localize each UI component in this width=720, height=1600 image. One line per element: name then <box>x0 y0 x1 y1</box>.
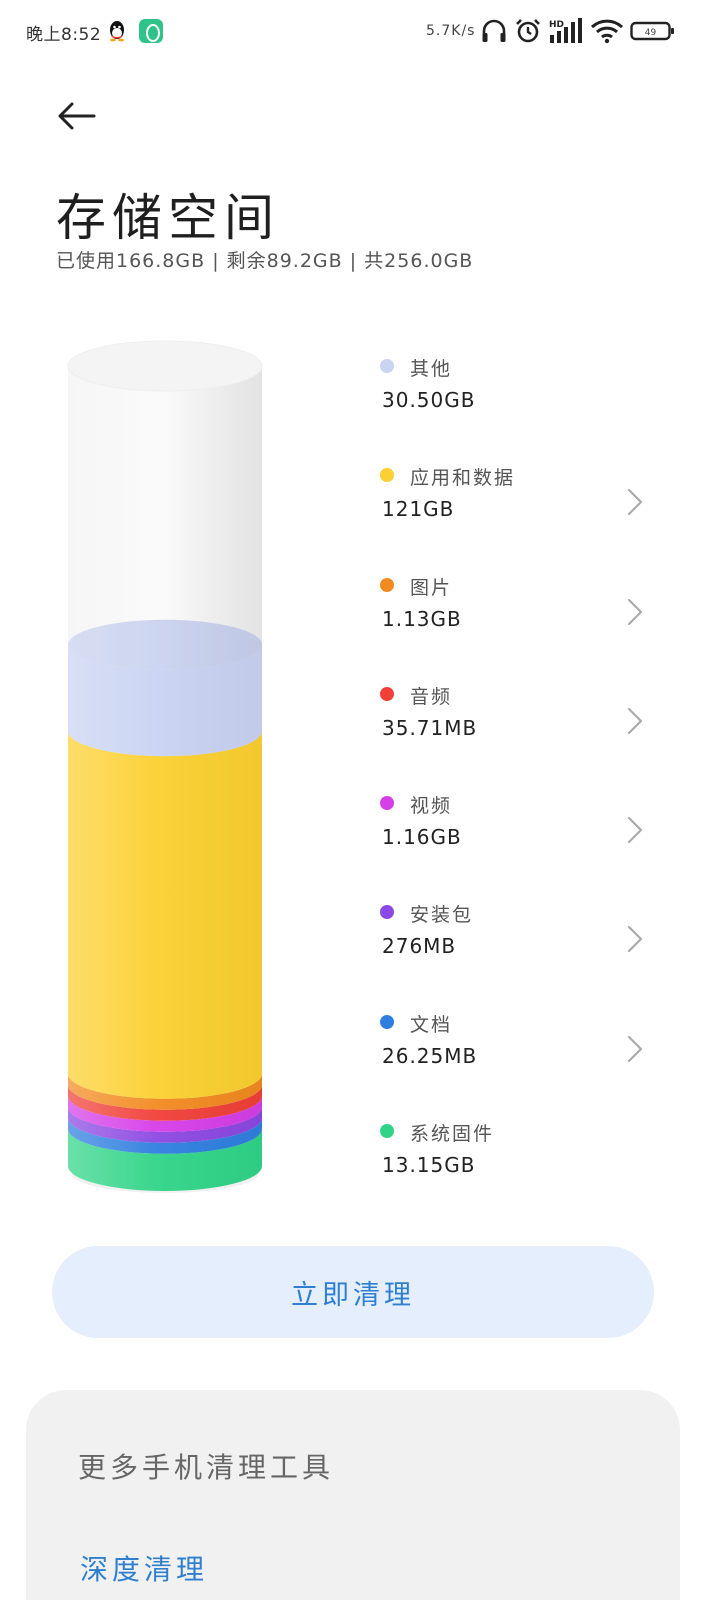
battery-icon: 49 <box>630 21 674 41</box>
legend-label: 音频 <box>410 685 453 708</box>
chevron-right-icon <box>627 817 643 844</box>
headphones-icon <box>482 19 506 42</box>
hd-signal-icon: HD <box>549 18 582 43</box>
svg-text:HD: HD <box>549 20 564 30</box>
legend-dot <box>380 577 394 592</box>
legend-size: 1.13GB <box>382 606 462 631</box>
legend-label: 系统固件 <box>410 1123 495 1146</box>
chevron-right-icon <box>627 598 643 625</box>
alarm-icon <box>516 19 540 43</box>
legend-item[interactable]: 音频 35.71MB <box>378 680 658 789</box>
legend-size: 26.25MB <box>382 1043 478 1068</box>
status-time: 晚上8:52 <box>26 25 102 45</box>
legend-item: 其他 30.50GB <box>378 352 658 461</box>
storage-legend: 其他 30.50GB 应用和数据 121GB 图片 1.13GB 音频 35.71MB 视频 1.… <box>378 352 658 1226</box>
wifi-icon <box>590 19 624 44</box>
legend-item[interactable]: 安装包 276MB <box>378 898 658 1007</box>
legend-item[interactable]: 视频 1.16GB <box>378 789 658 898</box>
legend-item: 系统固件 13.15GB <box>378 1117 658 1226</box>
net-speed: 5.7K/s <box>426 23 476 39</box>
legend-label: 图片 <box>410 576 453 599</box>
chevron-right-icon <box>627 1035 643 1062</box>
legend-label: 其他 <box>410 358 453 380</box>
legend-dot <box>380 686 394 701</box>
legend-size: 1.16GB <box>382 825 462 850</box>
legend-dot <box>380 905 394 920</box>
legend-label: 视频 <box>410 795 453 818</box>
page-title: 存储空间 <box>56 189 280 247</box>
more-tools-title: 更多手机清理工具 <box>78 1451 335 1484</box>
app-icon <box>139 19 163 43</box>
legend-item[interactable]: 文档 26.25MB <box>378 1008 658 1117</box>
chevron-right-icon <box>627 707 643 734</box>
legend-dot <box>380 1124 394 1139</box>
chevron-right-icon <box>627 489 643 516</box>
legend-dot <box>380 468 394 483</box>
storage-cylinder-chart <box>67 340 263 1193</box>
battery-level: 49 <box>645 28 657 38</box>
legend-label: 安装包 <box>410 904 474 927</box>
clean-now-button[interactable]: 立即清理 <box>52 1246 654 1338</box>
legend-size: 121GB <box>382 497 455 522</box>
legend-dot <box>380 1014 394 1029</box>
deep-clean-link[interactable]: 深度清理 <box>80 1548 208 1588</box>
legend-item[interactable]: 图片 1.13GB <box>378 571 658 680</box>
cylinder-sheen <box>68 366 262 1191</box>
legend-size: 30.50GB <box>382 388 476 412</box>
storage-summary: 已使用166.8GB | 剩余89.2GB | 共256.0GB <box>56 250 474 272</box>
legend-dot <box>380 796 394 811</box>
more-tools-card: 更多手机清理工具 深度清理 <box>26 1390 680 1600</box>
status-bar: 晚上8:52 5.7K/s HD 49 <box>0 0 720 64</box>
legend-dot <box>380 359 394 373</box>
chevron-right-icon <box>627 926 643 953</box>
legend-item[interactable]: 应用和数据 121GB <box>378 461 658 570</box>
back-arrow-icon[interactable] <box>52 96 100 136</box>
legend-label: 应用和数据 <box>410 467 516 490</box>
legend-label: 文档 <box>410 1013 453 1036</box>
clean-now-label: 立即清理 <box>291 1279 415 1311</box>
legend-size: 13.15GB <box>382 1153 476 1178</box>
legend-size: 35.71MB <box>382 715 478 740</box>
legend-size: 276MB <box>382 934 457 959</box>
qq-icon <box>110 21 124 42</box>
cylinder-top-cap <box>67 340 263 392</box>
